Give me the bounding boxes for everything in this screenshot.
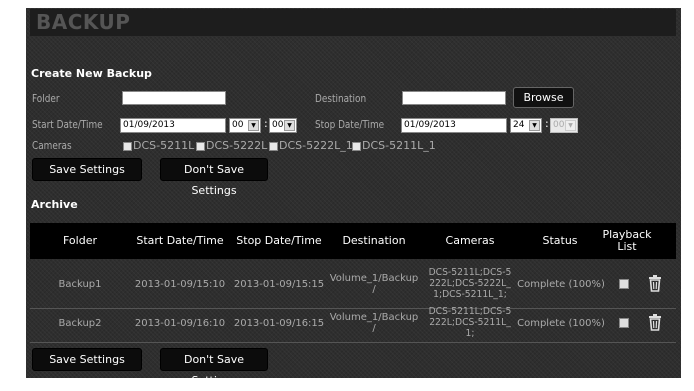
col-destination: Destination [330, 235, 418, 247]
cameras-label: Cameras [32, 139, 72, 152]
stop-hour-value: 24 [513, 120, 524, 130]
dropdown-arrow-icon: ▼ [248, 120, 259, 131]
browse-button[interactable]: Browse [513, 87, 574, 108]
dropdown-arrow-icon: ▼ [529, 120, 540, 131]
col-stop-datetime: Stop Date/Time [229, 235, 329, 247]
archive-table-header: Folder Start Date/Time Stop Date/Time De… [30, 223, 676, 259]
row-status: Complete (100%) [517, 318, 605, 329]
col-playback-list: Playback List [597, 229, 657, 253]
row-start: 2013-01-09/15:10 [130, 279, 230, 290]
row-destination: Volume_1/Backup / [325, 312, 423, 334]
trash-icon[interactable] [648, 274, 662, 292]
row-cameras: DCS-5211L;DCS-5 222L;DCS-5222L_ 1;DCS-52… [428, 267, 513, 300]
folder-label: Folder [32, 92, 59, 105]
camera-option[interactable]: DCS-5211L_1 [352, 139, 436, 152]
row-destination: Volume_1/Backup / [325, 273, 423, 295]
dropdown-arrow-icon: ▼ [284, 120, 295, 131]
start-hour-value: 00 [232, 120, 243, 130]
page-title: BACKUP [36, 9, 130, 36]
row-folder: Backup1 [40, 279, 120, 290]
start-minute-value: 00 [272, 120, 283, 130]
table-row: Backup2 2013-01-09/16:10 2013-01-09/16:1… [30, 298, 676, 347]
row-status: Complete (100%) [517, 279, 605, 290]
playback-list-checkbox[interactable] [619, 279, 629, 289]
camera-option[interactable]: DCS-5222L_1 [269, 139, 353, 152]
row-cameras: DCS-5211L;DCS-5 222L;DCS-5211L_ 1; [428, 306, 513, 339]
col-status: Status [519, 235, 601, 247]
create-backup-heading: Create New Backup [31, 67, 152, 80]
folder-input[interactable] [122, 91, 226, 105]
dont-save-settings-button[interactable]: Don't Save Settings [160, 158, 268, 181]
archive-heading: Archive [31, 198, 78, 211]
row-stop: 2013-01-09/15:15 [229, 279, 329, 290]
camera-option[interactable]: DCS-5211L [123, 139, 194, 152]
row-folder: Backup2 [40, 318, 120, 329]
row-stop: 2013-01-09/16:15 [229, 318, 329, 329]
camera-checkbox[interactable] [123, 142, 132, 151]
start-hour-select[interactable]: 00 ▼ [229, 118, 261, 133]
camera-checkbox[interactable] [352, 142, 361, 151]
stop-date-input[interactable]: 01/09/2013 [401, 118, 507, 133]
destination-input[interactable] [402, 91, 506, 105]
title-bar: BACKUP [30, 9, 676, 36]
save-settings-button[interactable]: Save Settings [32, 158, 142, 181]
backup-panel: BACKUP Create New Backup Folder Destinat… [26, 8, 681, 378]
row-divider [30, 342, 676, 343]
dropdown-arrow-icon: ▼ [565, 120, 576, 131]
footer-save-settings-button[interactable]: Save Settings [32, 348, 142, 371]
col-folder: Folder [40, 235, 120, 247]
start-time-separator: : [264, 117, 268, 130]
playback-list-checkbox[interactable] [619, 318, 629, 328]
start-datetime-label: Start Date/Time [32, 118, 103, 131]
footer-dont-save-settings-button[interactable]: Don't Save Settings [160, 348, 268, 371]
start-minute-select[interactable]: 00 ▼ [269, 118, 297, 133]
stop-time-separator: : [545, 117, 549, 130]
col-start-datetime: Start Date/Time [130, 235, 230, 247]
stop-minute-select[interactable]: 00 ▼ [550, 118, 578, 133]
destination-label: Destination [315, 92, 366, 105]
camera-checkbox[interactable] [196, 142, 205, 151]
camera-checkbox[interactable] [269, 142, 278, 151]
stop-datetime-label: Stop Date/Time [315, 118, 384, 131]
row-start: 2013-01-09/16:10 [130, 318, 230, 329]
stop-minute-value: 00 [553, 120, 564, 130]
stop-hour-select[interactable]: 24 ▼ [510, 118, 542, 133]
camera-option[interactable]: DCS-5222L [196, 139, 267, 152]
trash-icon[interactable] [648, 313, 662, 331]
col-cameras: Cameras [425, 235, 515, 247]
start-date-input[interactable]: 01/09/2013 [120, 118, 226, 133]
